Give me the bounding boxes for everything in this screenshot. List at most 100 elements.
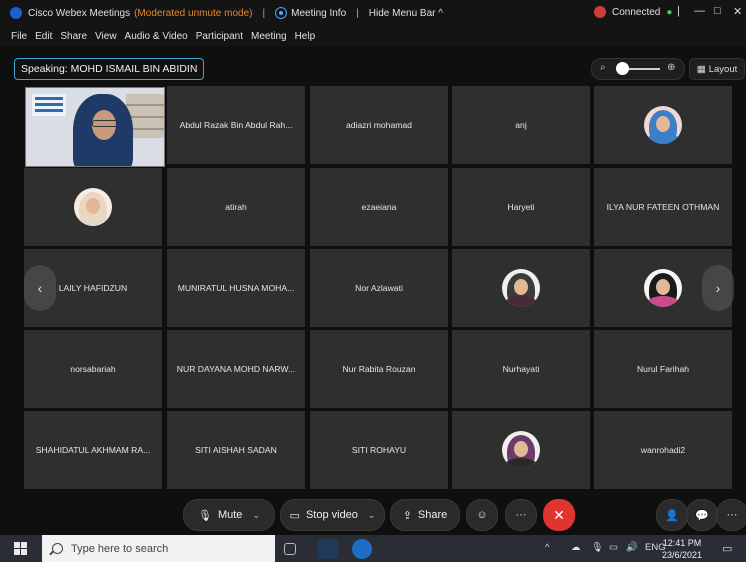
maximize-button[interactable]: □	[714, 5, 721, 17]
participant-name: LAILY HAFIDZUN	[58, 283, 128, 293]
tray-overflow-icon[interactable]: ^	[545, 542, 549, 553]
webex-taskbar-icon[interactable]	[318, 539, 338, 559]
network-icon[interactable]: ▭	[609, 542, 618, 553]
participant-tile[interactable]: MUNIRATUL HUSNA MOHA...	[167, 249, 305, 327]
microphone-tray-icon[interactable]: 🎙	[591, 542, 603, 553]
more-options-button[interactable]: ···	[505, 499, 537, 531]
participant-name: SHAHIDATUL AKHMAM RA...	[35, 445, 151, 455]
close-icon: ✕	[553, 506, 565, 523]
status-dot: ●	[666, 6, 673, 18]
separator: |	[262, 7, 266, 19]
participant-tile[interactable]: ezaeiana	[310, 168, 448, 246]
video-camera-icon: ▭	[289, 509, 300, 522]
participant-name: norsabariah	[70, 364, 116, 374]
taskbar-search[interactable]: Type here to search	[42, 535, 275, 562]
participant-video-tile[interactable]	[25, 87, 165, 167]
zoom-in-icon[interactable]: ⊕	[667, 62, 675, 73]
active-speaker-label: Speaking: MOHD ISMAIL BIN ABIDIN	[14, 58, 205, 80]
previous-page-button[interactable]: ‹	[24, 265, 56, 311]
participant-tile[interactable]: SITI AISHAH SADAN	[167, 411, 305, 489]
minimize-button[interactable]: —	[694, 5, 705, 17]
participant-tile[interactable]: norsabariah	[24, 330, 162, 408]
participant-tile[interactable]: NUR DAYANA MOHD NARW...	[167, 330, 305, 408]
windows-start-icon[interactable]	[14, 542, 28, 556]
participant-tile[interactable]	[452, 411, 590, 489]
connection-label: Connected	[612, 6, 661, 18]
participant-name: SITI AISHAH SADAN	[195, 445, 277, 455]
layout-label: Layout	[708, 63, 738, 75]
participant-tile[interactable]: Haryeti	[452, 168, 590, 246]
participant-name: adiazri mohamad	[346, 120, 412, 130]
stop-video-button[interactable]: ▭ Stop video ⌄	[280, 499, 385, 531]
reactions-button[interactable]: ☺	[466, 499, 498, 531]
participant-tile[interactable]: Nurul Farihah	[594, 330, 732, 408]
speaker-glasses	[92, 120, 118, 127]
volume-icon[interactable]: 🔊	[626, 542, 638, 553]
participant-tile[interactable]	[24, 168, 162, 246]
system-clock[interactable]: 12:41 PM 23/6/2021	[662, 537, 702, 561]
participant-tile[interactable]: anj	[452, 86, 590, 164]
participant-tile[interactable]: wanrohadi2	[594, 411, 732, 489]
participant-tile[interactable]: Nur Rabita Rouzan	[310, 330, 448, 408]
search-placeholder: Type here to search	[71, 542, 169, 555]
zoom-out-icon[interactable]: ⌕	[600, 62, 606, 73]
participant-tile[interactable]: Nor Azlawati	[310, 249, 448, 327]
chevron-down-icon[interactable]: ⌄	[368, 510, 376, 521]
end-meeting-button[interactable]: ✕	[543, 499, 575, 531]
mute-label: Mute	[217, 509, 243, 521]
participant-avatar	[502, 431, 540, 469]
more-icon: ···	[726, 509, 738, 521]
meeting-info-label: Meeting Info	[291, 7, 347, 19]
zoom-slider[interactable]: ⌕ ⊕	[591, 58, 685, 80]
more-icon: ···	[515, 509, 527, 521]
participant-tile[interactable]: ILYA NUR FATEEN OTHMAN	[594, 168, 732, 246]
share-button[interactable]: ⇪ Share	[390, 499, 460, 531]
menu-help[interactable]: Help	[295, 31, 316, 42]
close-button[interactable]: ✕	[733, 5, 742, 18]
menu-file[interactable]: File	[11, 31, 27, 42]
participant-tile[interactable]: SHAHIDATUL AKHMAM RA...	[24, 411, 162, 489]
separator: |	[356, 7, 359, 19]
participant-tile[interactable]: Abdul Razak Bin Abdul Rah...	[167, 86, 305, 164]
edge-browser-icon[interactable]	[352, 539, 372, 559]
participant-tile[interactable]	[452, 249, 590, 327]
webex-logo-icon	[10, 7, 22, 19]
participant-avatar	[644, 106, 682, 144]
more-panels-button[interactable]: ···	[716, 499, 746, 531]
menu-meeting[interactable]: Meeting	[251, 31, 287, 42]
wall-sign	[32, 94, 66, 116]
next-page-button[interactable]: ›	[702, 265, 734, 311]
participant-tile[interactable]: atirah	[167, 168, 305, 246]
connection-icon	[594, 6, 606, 18]
menu-edit[interactable]: Edit	[35, 31, 52, 42]
menu-share[interactable]: Share	[60, 31, 87, 42]
layout-button[interactable]: ▦ Layout	[689, 58, 745, 80]
participant-tile[interactable]	[594, 86, 732, 164]
meeting-info-button[interactable]: Meeting Info	[275, 7, 346, 19]
menu-view[interactable]: View	[95, 31, 117, 42]
zoom-knob[interactable]	[616, 62, 629, 75]
participant-tile[interactable]: adiazri mohamad	[310, 86, 448, 164]
participant-name: wanrohadi2	[640, 445, 686, 455]
title-bar: Cisco Webex Meetings (Moderated unmute m…	[0, 0, 746, 26]
participants-panel-button[interactable]: 👤	[656, 499, 688, 531]
task-view-icon[interactable]	[284, 543, 296, 555]
person-icon: 👤	[665, 509, 679, 522]
chevron-down-icon[interactable]: ⌄	[252, 510, 260, 521]
hide-menu-bar-button[interactable]: Hide Menu Bar ^	[369, 8, 443, 19]
participant-tile[interactable]: SITI ROHAYU	[310, 411, 448, 489]
menu-audio-video[interactable]: Audio & Video	[125, 31, 188, 42]
connection-status[interactable]: Connected ●	[594, 6, 672, 18]
mute-button[interactable]: 🎙 Mute ⌄	[183, 499, 275, 531]
search-icon	[52, 543, 63, 554]
chat-panel-button[interactable]: 💬	[686, 499, 718, 531]
onedrive-icon[interactable]: ☁	[571, 542, 581, 553]
separator: |	[677, 5, 680, 17]
participant-avatar	[74, 188, 112, 226]
participant-name: ezaeiana	[361, 202, 397, 212]
notification-icon[interactable]: ▭	[722, 542, 732, 555]
menu-participant[interactable]: Participant	[196, 31, 243, 42]
participant-tile[interactable]: Nurhayati	[452, 330, 590, 408]
app-title: Cisco Webex Meetings	[28, 7, 131, 19]
participant-name: Nor Azlawati	[355, 283, 403, 293]
